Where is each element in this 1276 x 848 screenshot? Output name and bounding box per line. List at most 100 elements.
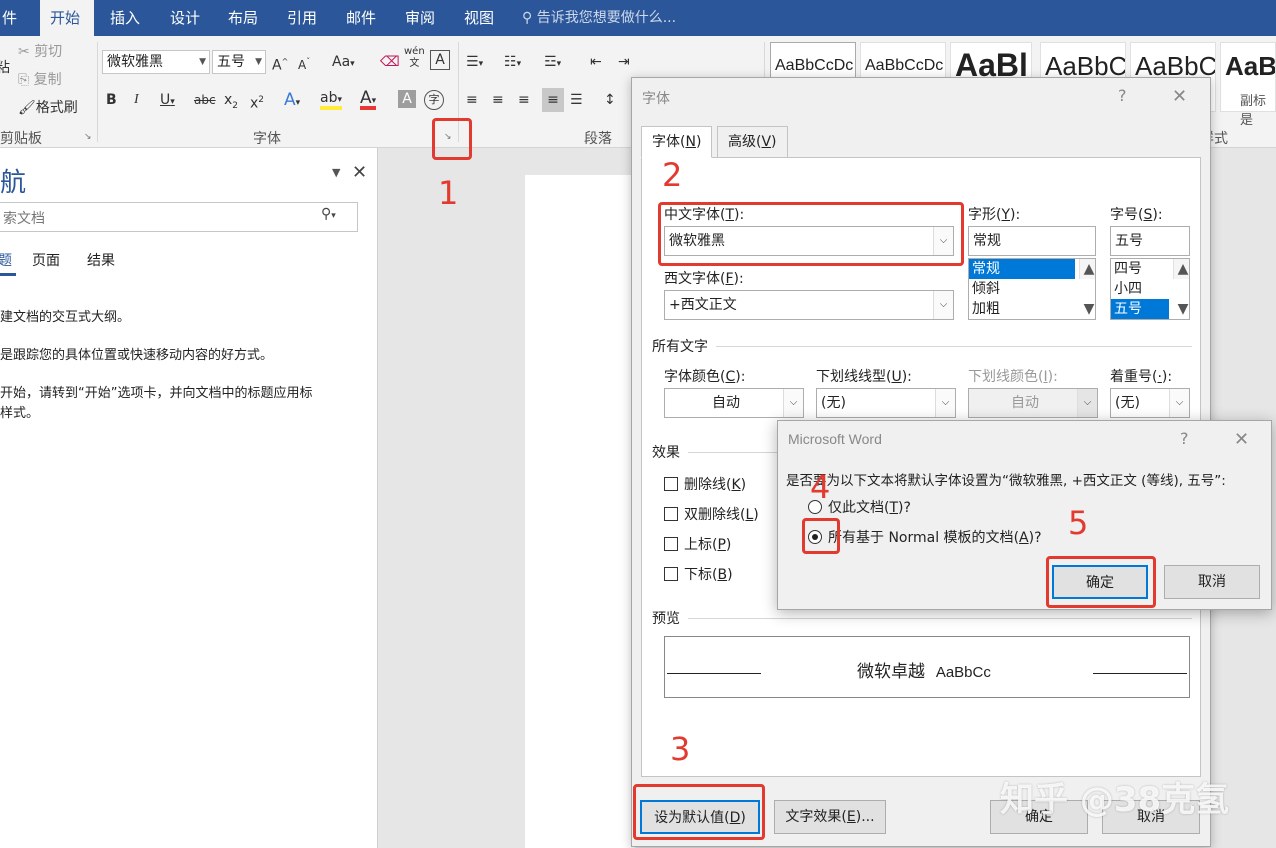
underline-button[interactable]: U▾ (160, 88, 175, 112)
phonetic-guide-button[interactable]: wén 文 (404, 46, 425, 70)
nav-tab-pages[interactable]: 页面 (32, 250, 60, 270)
lightbulb-icon: ⚲ (522, 10, 537, 26)
copy-icon: ⎘ (18, 72, 34, 88)
font-style-input[interactable]: 常规 (968, 226, 1096, 256)
cut-button[interactable]: ✂ 剪切 (18, 40, 62, 64)
shrink-font-button[interactable]: Aˇ (298, 50, 310, 74)
subscript-button[interactable]: x2 (224, 88, 238, 112)
font-name-combo[interactable]: 微软雅黑 ▼ (102, 50, 210, 74)
chevron-down-icon: ▼ (255, 57, 262, 67)
list-item[interactable]: 加粗 (969, 299, 1095, 319)
tab-mailings[interactable]: 邮件 (336, 0, 386, 36)
navigation-pane: 航 ▼ ✕ 索文档 ⚲▾ 题 页面 结果 建文档的交互式大纲。 是跟踪您的具体位… (0, 148, 378, 848)
tab-advanced[interactable]: 高级(V) (717, 126, 788, 158)
char-shading-button[interactable]: A (398, 90, 416, 108)
paste-button[interactable]: 粘 (0, 56, 10, 80)
tab-insert[interactable]: 插入 (100, 0, 150, 36)
align-center-icon[interactable]: ≡ (492, 88, 504, 112)
help-icon[interactable]: ? (1180, 429, 1189, 448)
bullets-icon[interactable]: ☰▾ (466, 50, 483, 74)
tab-file[interactable]: 件 (0, 0, 27, 36)
nav-hint-2: 是跟踪您的具体位置或快速移动内容的好方式。 (0, 348, 274, 363)
tab-view[interactable]: 视图 (454, 0, 504, 36)
clipboard-launcher-icon[interactable]: ↘ (84, 132, 92, 142)
clear-format-icon[interactable]: ⌫ (380, 50, 400, 74)
double-strikethrough-checkbox[interactable]: 双删除线(L) (664, 504, 759, 524)
nav-tab-results[interactable]: 结果 (87, 250, 115, 270)
tell-me-box[interactable]: ⚲ 告诉我您想要做什么... (522, 0, 676, 36)
nav-options-icon[interactable]: ▼ (332, 166, 340, 179)
subscript-checkbox[interactable]: 下标(B) (664, 564, 733, 584)
numbering-icon[interactable]: ☷▾ (504, 50, 521, 74)
close-icon[interactable]: ✕ (352, 162, 367, 183)
char-border-button[interactable]: A (430, 50, 450, 70)
format-painter-button[interactable]: 🖌格式刷 (18, 96, 78, 120)
justify-icon[interactable]: ≡ (542, 88, 564, 112)
annotation-box-1 (432, 118, 472, 160)
list-item[interactable]: 倾斜 (969, 279, 1095, 299)
cancel-button[interactable]: 取消 (1164, 565, 1260, 599)
nav-hint-3: 开始，请转到“开始”选项卡，并向文档中的标题应用标 (0, 386, 313, 401)
scrollbar[interactable]: ▲ ▼ (1079, 259, 1095, 317)
strikethrough-checkbox[interactable]: 删除线(K) (664, 474, 746, 494)
document-page[interactable] (525, 175, 635, 848)
tab-home[interactable]: 开始 (40, 0, 94, 36)
dialog-title: Microsoft Word (788, 431, 882, 447)
strikethrough-button[interactable]: abc (194, 88, 216, 112)
nav-title: 航 (0, 168, 27, 198)
change-case-button[interactable]: Aa▾ (332, 50, 355, 74)
enclose-char-button[interactable]: 字 (424, 90, 444, 110)
preview-baseline (1093, 673, 1187, 674)
close-icon[interactable]: ✕ (1234, 429, 1249, 450)
text-effects-button[interactable]: 文字效果(E)... (774, 800, 886, 834)
superscript-checkbox[interactable]: 上标(P) (664, 534, 731, 554)
distribute-icon[interactable]: ☰ (570, 88, 583, 112)
superscript-button[interactable]: x2 (250, 88, 264, 112)
tab-layout[interactable]: 布局 (218, 0, 268, 36)
list-item[interactable]: 常规 (969, 259, 1075, 279)
preview-box: 微软卓越 AaBbCc (664, 636, 1190, 698)
annotation-box-3 (633, 784, 765, 840)
close-icon[interactable]: ✕ (1172, 86, 1187, 107)
help-icon[interactable]: ? (1118, 86, 1127, 105)
font-size-input[interactable]: 五号 (1110, 226, 1190, 256)
tab-design[interactable]: 设计 (160, 0, 210, 36)
tab-review[interactable]: 审阅 (395, 0, 445, 36)
tab-font[interactable]: 字体(N) (641, 126, 713, 158)
align-left-icon[interactable]: ≡ (466, 88, 478, 112)
font-style-list[interactable]: 常规 倾斜 加粗 ▲ ▼ (968, 258, 1096, 320)
scrollbar[interactable]: ▲ ▼ (1173, 259, 1189, 317)
font-size-list[interactable]: 四号 小四 五号 ▲ ▼ (1110, 258, 1190, 320)
ribbon-tab-bar: 件 开始 插入 设计 布局 引用 邮件 审阅 视图 ⚲ 告诉我您想要做什么... (0, 0, 1276, 36)
preview-baseline (667, 673, 761, 674)
all-documents-radio[interactable]: 所有基于 Normal 模板的文档(A)? (808, 527, 1042, 547)
list-item[interactable]: 小四 (1111, 279, 1189, 299)
west-font-label: 西文字体(F): (664, 271, 744, 287)
emphasis-select[interactable]: (无) ⌵ (1110, 388, 1190, 418)
font-color-select[interactable]: 自动 ⌵ (664, 388, 804, 418)
tab-references[interactable]: 引用 (277, 0, 327, 36)
text-effects-button[interactable]: A▾ (284, 88, 300, 112)
align-right-icon[interactable]: ≡ (518, 88, 530, 112)
copy-button[interactable]: ⎘ 复制 (18, 68, 62, 92)
font-size-combo[interactable]: 五号 ▼ (212, 50, 266, 74)
italic-button[interactable]: I (134, 88, 139, 112)
nav-tab-headings[interactable]: 题 (0, 250, 16, 276)
font-color-button[interactable]: A▾ (360, 88, 377, 110)
grow-font-button[interactable]: A^ (272, 50, 288, 74)
highlight-button[interactable]: ab▾ (320, 88, 342, 110)
west-font-select[interactable]: +西文正文 ⌵ (664, 290, 954, 320)
line-spacing-icon[interactable]: ↕ (604, 88, 616, 112)
decrease-indent-icon[interactable]: ⇤ (590, 50, 602, 74)
underline-color-label: 下划线颜色(I): (968, 369, 1058, 385)
divider (688, 618, 1192, 619)
annotation-box-4 (802, 518, 840, 554)
nav-search-input[interactable]: 索文档 ⚲▾ (0, 202, 358, 232)
underline-select[interactable]: (无) ⌵ (816, 388, 956, 418)
list-item[interactable]: 五号 (1111, 299, 1169, 319)
bold-button[interactable]: B (106, 88, 117, 112)
multilevel-list-icon[interactable]: ☲▾ (544, 50, 561, 74)
increase-indent-icon[interactable]: ⇥ (618, 50, 630, 74)
annotation-number-5: 5 (1068, 504, 1089, 542)
confirm-default-dialog: Microsoft Word ? ✕ 是否要为以下文本将默认字体设置为“微软雅黑… (777, 420, 1272, 610)
